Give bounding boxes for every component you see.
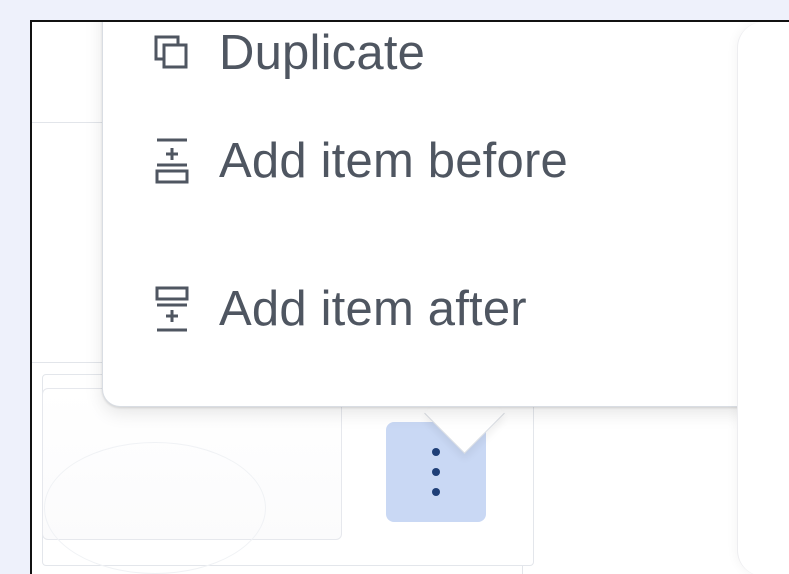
screenshot-stage: Duplicate Add item before Add item after	[0, 0, 789, 574]
context-menu-panel: Duplicate Add item before Add item after	[102, 22, 789, 407]
more-vertical-icon	[432, 448, 440, 456]
menu-item-label: Add item after	[219, 281, 527, 336]
menu-item-label: Duplicate	[219, 25, 426, 80]
more-vertical-icon	[432, 488, 440, 496]
add-item-after-icon	[153, 285, 191, 333]
decorative-outline	[44, 442, 266, 574]
more-vertical-icon	[432, 468, 440, 476]
duplicate-icon	[153, 29, 191, 77]
menu-item-duplicate[interactable]: Duplicate	[153, 22, 426, 93]
context-menu: Duplicate Add item before Add item after	[102, 22, 789, 454]
editor-canvas: Duplicate Add item before Add item after	[30, 20, 789, 574]
side-panel	[737, 22, 789, 574]
menu-item-add-after[interactable]: Add item after	[153, 269, 527, 349]
menu-item-add-before[interactable]: Add item before	[153, 121, 568, 201]
menu-item-label: Add item before	[219, 133, 568, 188]
add-item-before-icon	[153, 137, 191, 185]
